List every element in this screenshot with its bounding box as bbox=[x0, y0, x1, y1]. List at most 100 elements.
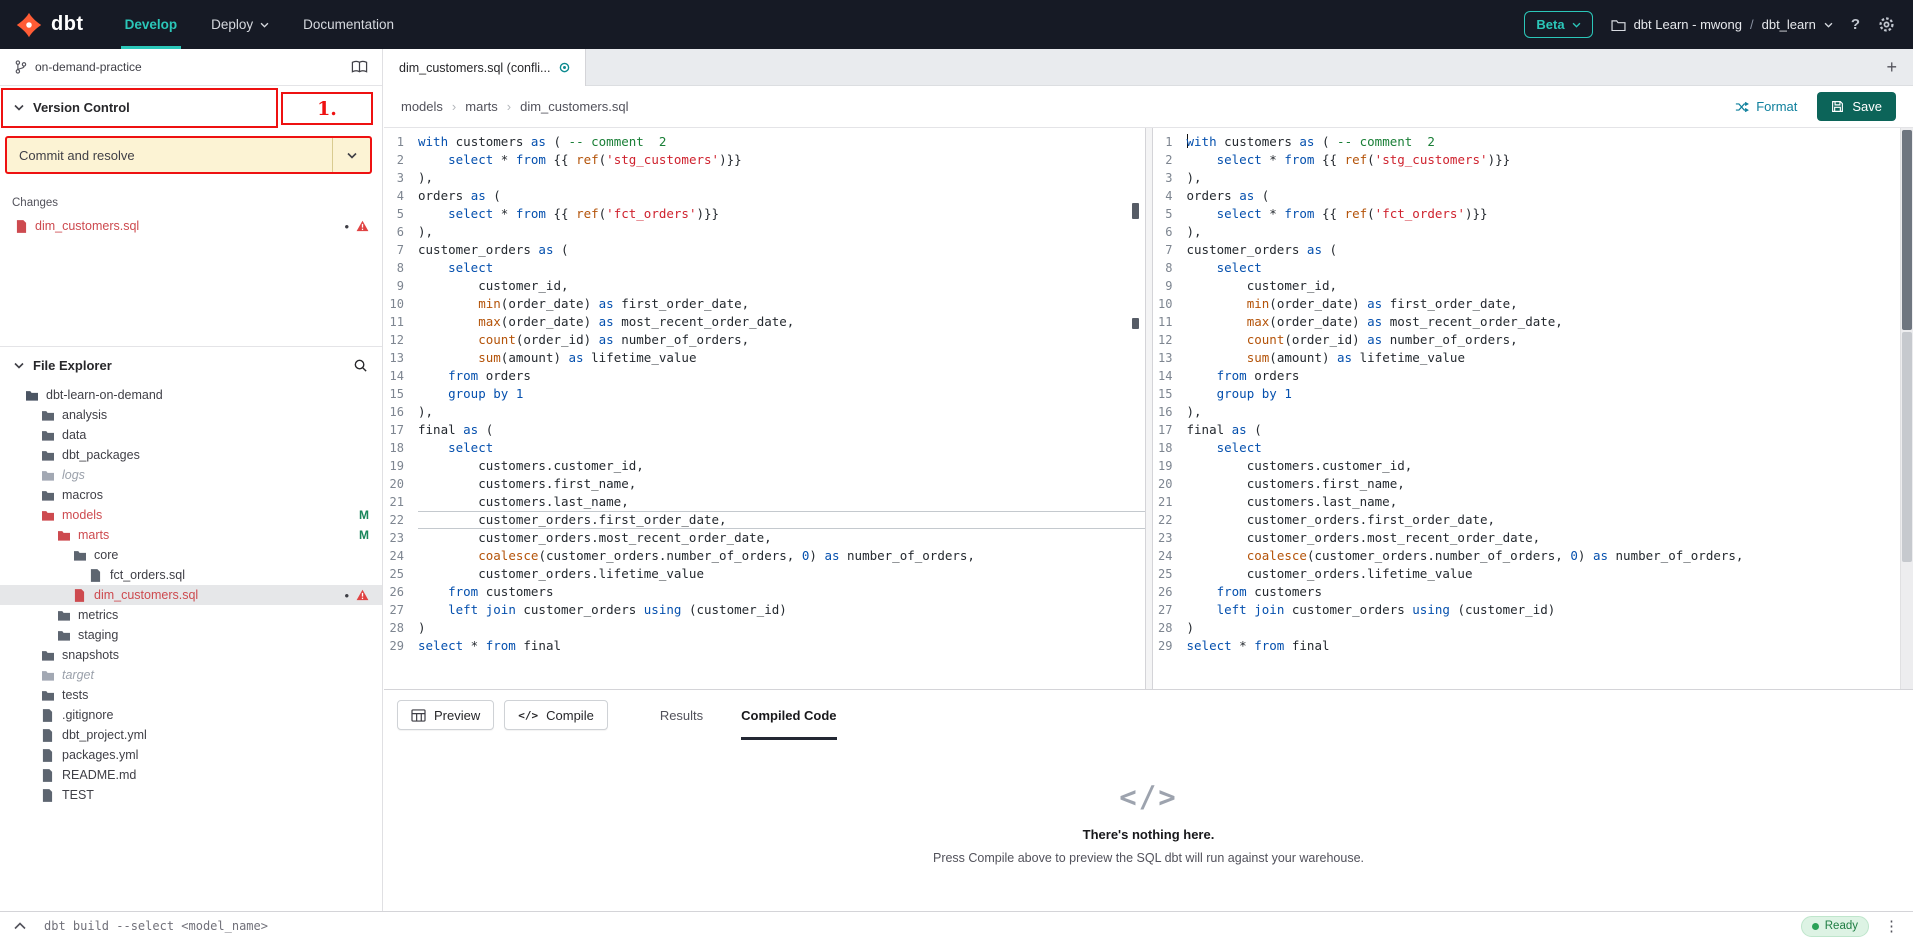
code-line-12[interactable]: 12 count(order_id) as number_of_orders, bbox=[384, 331, 1145, 349]
code-line-19[interactable]: 19 customers.customer_id, bbox=[384, 457, 1145, 475]
code-line-8[interactable]: 8 select bbox=[384, 259, 1145, 277]
book-icon[interactable] bbox=[351, 60, 368, 74]
tree-item-core[interactable]: core bbox=[0, 545, 382, 565]
code-line-1[interactable]: 1with customers as ( -- comment 2 bbox=[384, 133, 1145, 151]
tree-item-TEST[interactable]: TEST bbox=[0, 785, 382, 805]
tab-dim-customers[interactable]: dim_customers.sql (confli... bbox=[384, 49, 586, 86]
code-line-3[interactable]: 3), bbox=[1153, 169, 1913, 187]
help-icon[interactable]: ? bbox=[1851, 16, 1860, 33]
tree-item-snapshots[interactable]: snapshots bbox=[0, 645, 382, 665]
code-line-7[interactable]: 7customer_orders as ( bbox=[384, 241, 1145, 259]
new-tab-button[interactable]: + bbox=[1886, 49, 1913, 85]
code-line-10[interactable]: 10 min(order_date) as first_order_date, bbox=[1153, 295, 1913, 313]
code-line-13[interactable]: 13 sum(amount) as lifetime_value bbox=[1153, 349, 1913, 367]
editor-pane-left[interactable]: 1with customers as ( -- comment 22 selec… bbox=[384, 128, 1145, 689]
code-line-4[interactable]: 4orders as ( bbox=[384, 187, 1145, 205]
code-line-18[interactable]: 18 select bbox=[384, 439, 1145, 457]
tree-item-marts[interactable]: martsM bbox=[0, 525, 382, 545]
nav-deploy[interactable]: Deploy bbox=[194, 0, 286, 49]
tree-item-README.md[interactable]: README.md bbox=[0, 765, 382, 785]
breadcrumb-item[interactable]: models bbox=[401, 99, 443, 114]
pane-divider[interactable] bbox=[1145, 128, 1153, 689]
code-line-11[interactable]: 11 max(order_date) as most_recent_order_… bbox=[1153, 313, 1913, 331]
code-line-19[interactable]: 19 customers.customer_id, bbox=[1153, 457, 1913, 475]
commit-and-resolve-button[interactable]: Commit and resolve bbox=[5, 136, 372, 174]
code-line-14[interactable]: 14 from orders bbox=[1153, 367, 1913, 385]
command-input[interactable]: dbt build --select <model_name> bbox=[44, 919, 268, 933]
tree-item-dim_customers.sql[interactable]: dim_customers.sql• bbox=[0, 585, 382, 605]
tree-item-models[interactable]: modelsM bbox=[0, 505, 382, 525]
code-line-15[interactable]: 15 group by 1 bbox=[384, 385, 1145, 403]
code-line-3[interactable]: 3), bbox=[384, 169, 1145, 187]
tree-item-.gitignore[interactable]: .gitignore bbox=[0, 705, 382, 725]
breadcrumb-item[interactable]: dim_customers.sql bbox=[520, 99, 628, 114]
code-line-6[interactable]: 6), bbox=[1153, 223, 1913, 241]
code-line-14[interactable]: 14 from orders bbox=[384, 367, 1145, 385]
code-line-16[interactable]: 16), bbox=[384, 403, 1145, 421]
editor-scrollbar[interactable] bbox=[1900, 128, 1913, 689]
tree-item-analysis[interactable]: analysis bbox=[0, 405, 382, 425]
code-line-13[interactable]: 13 sum(amount) as lifetime_value bbox=[384, 349, 1145, 367]
nav-develop[interactable]: Develop bbox=[108, 0, 195, 49]
scrollbar-marker[interactable] bbox=[1132, 318, 1139, 329]
project-switcher[interactable]: dbt Learn - mwong / dbt_learn bbox=[1611, 17, 1833, 32]
changed-file-row[interactable]: dim_customers.sql • bbox=[0, 214, 382, 238]
search-icon[interactable] bbox=[353, 358, 368, 373]
code-line-18[interactable]: 18 select bbox=[1153, 439, 1913, 457]
code-line-7[interactable]: 7customer_orders as ( bbox=[1153, 241, 1913, 259]
code-line-1[interactable]: 1with customers as ( -- comment 2 bbox=[1153, 133, 1913, 151]
code-line-28[interactable]: 28) bbox=[384, 619, 1145, 637]
code-line-11[interactable]: 11 max(order_date) as most_recent_order_… bbox=[384, 313, 1145, 331]
code-line-5[interactable]: 5 select * from {{ ref('fct_orders')}} bbox=[1153, 205, 1913, 223]
format-button[interactable]: Format bbox=[1735, 99, 1797, 114]
version-control-header[interactable]: Version Control bbox=[14, 100, 130, 115]
tree-item-data[interactable]: data bbox=[0, 425, 382, 445]
tree-item-tests[interactable]: tests bbox=[0, 685, 382, 705]
tree-item-packages.yml[interactable]: packages.yml bbox=[0, 745, 382, 765]
code-line-16[interactable]: 16), bbox=[1153, 403, 1913, 421]
code-line-12[interactable]: 12 count(order_id) as number_of_orders, bbox=[1153, 331, 1913, 349]
code-line-6[interactable]: 6), bbox=[384, 223, 1145, 241]
code-line-26[interactable]: 26 from customers bbox=[1153, 583, 1913, 601]
code-line-24[interactable]: 24 coalesce(customer_orders.number_of_or… bbox=[384, 547, 1145, 565]
tab-compiled-code[interactable]: Compiled Code bbox=[741, 690, 836, 740]
scrollbar-thumb[interactable] bbox=[1902, 130, 1912, 330]
code-line-2[interactable]: 2 select * from {{ ref('stg_customers')}… bbox=[384, 151, 1145, 169]
code-line-23[interactable]: 23 customer_orders.most_recent_order_dat… bbox=[1153, 529, 1913, 547]
code-line-20[interactable]: 20 customers.first_name, bbox=[1153, 475, 1913, 493]
code-line-21[interactable]: 21 customers.last_name, bbox=[384, 493, 1145, 511]
tree-item-dbt_packages[interactable]: dbt_packages bbox=[0, 445, 382, 465]
code-line-9[interactable]: 9 customer_id, bbox=[384, 277, 1145, 295]
file-explorer-header[interactable]: File Explorer bbox=[0, 346, 382, 383]
code-line-29[interactable]: 29select * from final bbox=[384, 637, 1145, 655]
tree-item-dbt_project.yml[interactable]: dbt_project.yml bbox=[0, 725, 382, 745]
code-line-2[interactable]: 2 select * from {{ ref('stg_customers')}… bbox=[1153, 151, 1913, 169]
code-line-22[interactable]: 22 customer_orders.first_order_date, bbox=[384, 511, 1145, 529]
code-line-4[interactable]: 4orders as ( bbox=[1153, 187, 1913, 205]
tree-item-metrics[interactable]: metrics bbox=[0, 605, 382, 625]
code-line-25[interactable]: 25 customer_orders.lifetime_value bbox=[1153, 565, 1913, 583]
code-line-8[interactable]: 8 select bbox=[1153, 259, 1913, 277]
code-line-17[interactable]: 17final as ( bbox=[1153, 421, 1913, 439]
commit-dropdown-chevron[interactable] bbox=[332, 138, 370, 172]
code-line-5[interactable]: 5 select * from {{ ref('fct_orders')}} bbox=[384, 205, 1145, 223]
overflow-menu-icon[interactable]: ⋮ bbox=[1884, 917, 1899, 935]
code-line-15[interactable]: 15 group by 1 bbox=[1153, 385, 1913, 403]
code-line-25[interactable]: 25 customer_orders.lifetime_value bbox=[384, 565, 1145, 583]
code-line-10[interactable]: 10 min(order_date) as first_order_date, bbox=[384, 295, 1145, 313]
code-line-24[interactable]: 24 coalesce(customer_orders.number_of_or… bbox=[1153, 547, 1913, 565]
tab-results[interactable]: Results bbox=[660, 690, 703, 740]
code-line-17[interactable]: 17final as ( bbox=[384, 421, 1145, 439]
gear-icon[interactable] bbox=[1878, 16, 1895, 33]
chevron-up-icon[interactable] bbox=[14, 922, 26, 930]
editor-pane-right[interactable]: 1with customers as ( -- comment 22 selec… bbox=[1153, 128, 1913, 689]
code-line-27[interactable]: 27 left join customer_orders using (cust… bbox=[384, 601, 1145, 619]
tree-item-target[interactable]: target bbox=[0, 665, 382, 685]
code-line-26[interactable]: 26 from customers bbox=[384, 583, 1145, 601]
breadcrumb-item[interactable]: marts bbox=[465, 99, 498, 114]
code-line-23[interactable]: 23 customer_orders.most_recent_order_dat… bbox=[384, 529, 1145, 547]
save-button[interactable]: Save bbox=[1817, 92, 1896, 121]
tree-item-dbt-learn-on-demand[interactable]: dbt-learn-on-demand bbox=[0, 385, 382, 405]
tree-item-staging[interactable]: staging bbox=[0, 625, 382, 645]
preview-button[interactable]: Preview bbox=[397, 700, 494, 730]
